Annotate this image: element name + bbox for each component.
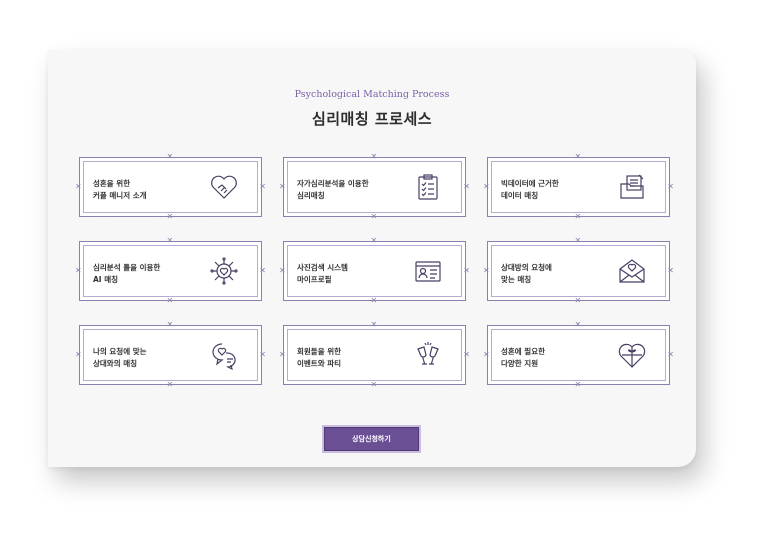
ornament: ✕: [259, 182, 266, 191]
section-subtitle: Psychological Matching Process: [294, 89, 450, 100]
ornament: ✕: [259, 350, 266, 359]
ornament: ✕: [166, 212, 174, 221]
process-item-label: 심리분석 툴을 이용한 AI 매칭: [93, 263, 161, 284]
process-item-events-party: ✕ ✕ ✕ ✕ 회원들을 위한 이벤트와 파티: [279, 321, 470, 389]
section-title: 심리매칭 프로세스: [311, 110, 433, 128]
ornament: ✕: [463, 350, 470, 359]
envelope-heart-icon: [617, 256, 647, 286]
process-item-label: 빅데이터에 근거한 데이터 매칭: [501, 179, 559, 200]
ornament: ✕: [279, 266, 286, 275]
ornament: ✕: [75, 182, 82, 191]
ornament: ✕: [667, 266, 674, 275]
gift-heart-icon: [617, 340, 647, 370]
ornament: ✕: [370, 380, 378, 389]
ornament: ✕: [667, 350, 674, 359]
ornament: ✕: [574, 320, 582, 329]
process-panel: Psychological Matching Process 심리매칭 프로세스…: [48, 50, 696, 467]
process-item-label: 성혼에 필요한 다양한 지원: [501, 347, 546, 368]
process-item-ai-matching: ✕ ✕ ✕ ✕ 심리분석 툴을 이용한 AI 매칭: [75, 237, 266, 305]
ornament: ✕: [75, 266, 82, 275]
process-grid: ✕ ✕ ✕ ✕ 성혼을 위한 커플 매니저 소개 ✕ ✕ ✕ ✕ 자가심리분석을 이용한 심…: [75, 153, 674, 389]
process-item-self-analysis: ✕ ✕ ✕ ✕ 자가심리분석을 이용한 심리매칭: [279, 153, 470, 221]
ornament: ✕: [370, 152, 378, 161]
ai-chip-heart-icon: [209, 256, 239, 286]
champagne-glasses-icon: [413, 340, 443, 370]
ornament: ✕: [483, 350, 490, 359]
profile-card-icon: [413, 256, 443, 286]
process-item-label: 상대방의 요청에 맞는 매칭: [501, 263, 552, 284]
document-folder-icon: [617, 172, 647, 202]
clipboard-checklist-icon: [413, 172, 443, 202]
ornament: ✕: [166, 296, 174, 305]
ornament: ✕: [166, 320, 174, 329]
process-item-wedding-support: ✕ ✕ ✕ ✕ 성혼에 필요한 다양한 지원: [483, 321, 674, 389]
ornament: ✕: [75, 350, 82, 359]
ornament: ✕: [259, 266, 266, 275]
ornament: ✕: [574, 296, 582, 305]
process-item-partner-request: ✕ ✕ ✕ ✕ 상대방의 요청에 맞는 매칭: [483, 237, 674, 305]
chat-bubble-heart-icon: [209, 340, 239, 371]
ornament: ✕: [483, 182, 490, 191]
process-item-big-data: ✕ ✕ ✕ ✕ 빅데이터에 근거한 데이터 매칭: [483, 153, 674, 221]
ornament: ✕: [574, 152, 582, 161]
process-item-my-request: ✕ ✕ ✕ ✕ 나의 요청에 맞는 상대와의 매칭: [75, 321, 266, 389]
ornament: ✕: [483, 266, 490, 275]
ornament: ✕: [279, 350, 286, 359]
ornament: ✕: [463, 266, 470, 275]
ornament: ✕: [463, 182, 470, 191]
process-item-photo-search: ✕ ✕ ✕ ✕ 사진검색 시스템 마이프로필: [279, 237, 470, 305]
ornament: ✕: [574, 236, 582, 245]
process-item-label: 나의 요청에 맞는 상대와의 매칭: [93, 347, 147, 368]
ornament: ✕: [370, 296, 378, 305]
ornament: ✕: [370, 212, 378, 221]
ornament: ✕: [370, 236, 378, 245]
ornament: ✕: [279, 182, 286, 191]
process-item-label: 자가심리분석을 이용한 심리매칭: [297, 179, 369, 200]
consultation-request-button[interactable]: 상담신청하기: [324, 427, 419, 451]
process-item-label: 회원들을 위한 이벤트와 파티: [297, 347, 342, 368]
ornament: ✕: [667, 182, 674, 191]
process-item-couple-manager: ✕ ✕ ✕ ✕ 성혼을 위한 커플 매니저 소개: [75, 153, 266, 221]
ornament: ✕: [166, 152, 174, 161]
process-item-label: 성혼을 위한 커플 매니저 소개: [93, 179, 147, 200]
ornament: ✕: [370, 320, 378, 329]
handshake-heart-icon: [209, 172, 239, 202]
ornament: ✕: [574, 212, 582, 221]
ornament: ✕: [166, 236, 174, 245]
ornament: ✕: [574, 380, 582, 389]
ornament: ✕: [166, 380, 174, 389]
process-item-label: 사진검색 시스템 마이프로필: [297, 263, 348, 284]
